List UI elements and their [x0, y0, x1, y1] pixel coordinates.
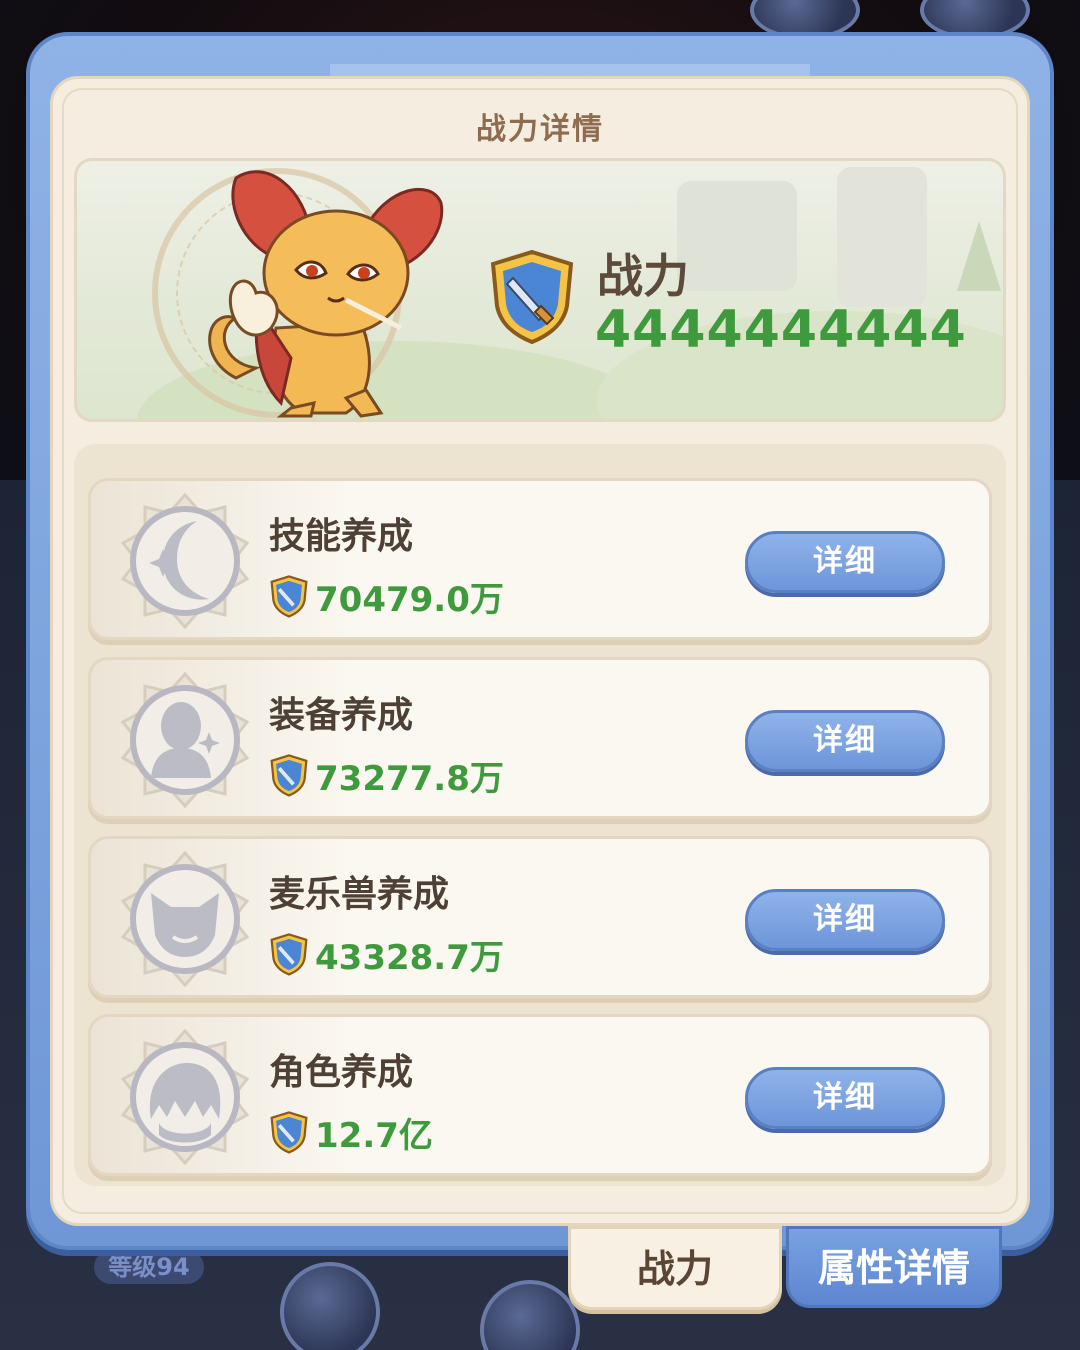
level-badge: 等级94	[94, 1250, 204, 1284]
detail-button[interactable]: 详细	[745, 531, 945, 593]
detail-button[interactable]: 详细	[745, 1067, 945, 1129]
power-label: 战力	[597, 249, 689, 303]
banner-rock	[837, 167, 927, 307]
power-shield-icon	[490, 249, 574, 344]
banner-rock	[677, 181, 797, 291]
tab-power[interactable]: 战力	[568, 1226, 782, 1310]
list-item-skill: 技能养成 70479.0万 详细	[88, 478, 992, 640]
power-shield-icon	[270, 575, 308, 618]
list-item-character: 角色养成 12.7亿 详细	[88, 1014, 992, 1176]
moon-star-icon	[120, 492, 250, 630]
power-shield-icon	[270, 933, 308, 976]
list-item-pet: 麦乐兽养成 43328.7万 详细	[88, 836, 992, 998]
card-title: 麦乐兽养成	[269, 874, 450, 915]
power-value: 4444444444	[595, 300, 967, 360]
card-power-value: 12.7亿	[315, 1115, 433, 1156]
card-power-value: 43328.7万	[315, 937, 504, 978]
cat-head-icon	[120, 850, 250, 988]
list-item-equipment: 装备养成 73277.8万 详细	[88, 657, 992, 819]
card-value-row: 43328.7万	[269, 931, 504, 978]
tab-attributes[interactable]: 属性详情	[786, 1226, 1002, 1308]
detail-button[interactable]: 详细	[745, 710, 945, 772]
card-value-row: 12.7亿	[269, 1109, 433, 1156]
figure-sparkle-icon	[120, 671, 250, 809]
hair-head-icon	[120, 1028, 250, 1166]
card-title: 装备养成	[269, 695, 414, 736]
card-title: 技能养成	[269, 516, 414, 557]
card-power-value: 73277.8万	[315, 758, 504, 799]
power-shield-icon	[270, 1111, 308, 1154]
detail-button[interactable]: 详细	[745, 889, 945, 951]
card-value-row: 73277.8万	[269, 752, 504, 799]
card-title: 角色养成	[269, 1052, 414, 1093]
card-value-row: 70479.0万	[269, 573, 504, 620]
card-power-value: 70479.0万	[315, 579, 504, 620]
power-shield-icon	[270, 754, 308, 797]
banner-tree	[957, 221, 1001, 291]
mascot-cat-icon	[208, 170, 444, 418]
dialog-title: 战力详情	[476, 112, 604, 147]
